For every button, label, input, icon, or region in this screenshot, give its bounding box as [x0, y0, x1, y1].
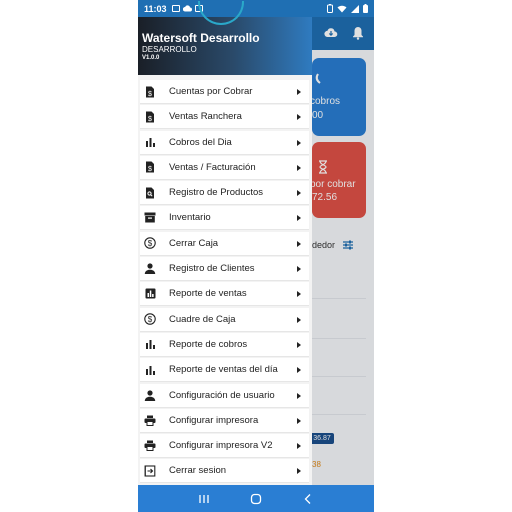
- status-time: 11:03: [144, 3, 167, 14]
- svg-text:$: $: [148, 116, 152, 123]
- svg-text:$: $: [148, 315, 153, 324]
- battery-saver-icon: [327, 4, 333, 13]
- drawer-scrim[interactable]: [312, 17, 374, 485]
- chevron-right-icon: [297, 291, 301, 298]
- bar-chart-icon: [144, 364, 156, 376]
- drawer-menu: $ Cuentas por Cobrar $ Ventas Ranchera Cobro…: [140, 80, 309, 485]
- dollar-circle-icon: $: [144, 313, 156, 325]
- back-icon: [304, 493, 311, 504]
- menu-item-label: Reporte de ventas: [169, 288, 247, 300]
- menu-item-label: Cuadre de Caja: [169, 313, 236, 325]
- bar-chart-icon: [144, 136, 156, 148]
- menu-item[interactable]: $ Ventas Ranchera: [140, 105, 309, 130]
- menu-item[interactable]: $ Cuadre de Caja: [140, 307, 309, 332]
- printer-icon: [144, 414, 156, 426]
- menu-item-label: Reporte de cobros: [169, 338, 248, 350]
- logout-icon: [144, 465, 156, 477]
- chevron-right-icon: [297, 89, 301, 95]
- menu-item[interactable]: $ Cuentas por Cobrar: [140, 80, 309, 104]
- chevron-right-icon: [297, 215, 301, 222]
- svg-text:$: $: [148, 166, 152, 173]
- person-icon: [144, 263, 156, 275]
- menu-item-label: Ventas / Facturación: [169, 161, 256, 173]
- chevron-right-icon: [297, 443, 301, 450]
- status-bar: 11:03: [138, 0, 374, 17]
- menu-item-label: Registro de Productos: [169, 187, 263, 199]
- menu-item[interactable]: Reporte de ventas: [140, 282, 309, 307]
- svg-text:$: $: [148, 239, 153, 248]
- menu-item-label: Cerrar sesion: [169, 465, 227, 477]
- chevron-right-icon: [297, 367, 301, 374]
- chevron-right-icon: [297, 114, 301, 121]
- invoice-dollar-icon: $: [144, 111, 156, 123]
- invoice-dollar-icon: $: [144, 86, 156, 98]
- chevron-right-icon: [297, 190, 301, 197]
- system-icons: [327, 4, 368, 13]
- menu-item-label: Configuración de usuario: [169, 389, 275, 401]
- archive-box-icon: [144, 212, 156, 224]
- environment-name: DESARROLLO: [142, 45, 197, 54]
- chevron-right-icon: [297, 392, 301, 399]
- menu-item-label: Cerrar Caja: [169, 237, 219, 249]
- invoice-dollar-icon: $: [144, 161, 156, 173]
- drawer-header: Watersoft Desarrollo DESARROLLO V1.0.0: [138, 1, 312, 75]
- chevron-right-icon: [297, 468, 301, 475]
- bar-chart-icon: [144, 338, 156, 350]
- menu-item-label: Inventario: [169, 212, 211, 224]
- bar-chart-box-icon: [144, 288, 156, 300]
- menu-item[interactable]: Configurar impresora V2: [140, 434, 309, 459]
- menu-item-label: Ventas Ranchera: [169, 111, 242, 123]
- menu-item[interactable]: Cobros del Dia: [140, 130, 309, 155]
- chevron-right-icon: [297, 240, 301, 247]
- person-icon: [144, 389, 156, 401]
- menu-item-label: Configurar impresora: [169, 414, 259, 426]
- menu-item-label: Reporte de ventas del día: [169, 364, 278, 376]
- signal-icon: [351, 4, 359, 13]
- app-logo-icon: [198, 1, 244, 25]
- menu-item-label: Cobros del Dia: [169, 136, 232, 148]
- chevron-right-icon: [297, 139, 301, 146]
- app-version: V1.0.0: [142, 55, 160, 61]
- recent-apps-button[interactable]: [197, 492, 211, 506]
- menu-item[interactable]: Inventario: [140, 206, 309, 231]
- document-search-icon: [144, 187, 156, 199]
- home-icon: [250, 493, 262, 504]
- system-navigation-bar: [138, 485, 374, 512]
- menu-item-label: Registro de Clientes: [169, 263, 255, 275]
- chevron-right-icon: [297, 341, 301, 348]
- wifi-icon: [337, 5, 347, 12]
- battery-icon: [363, 4, 368, 13]
- back-button[interactable]: [301, 492, 315, 506]
- phone-screen: 11:03 cobros 00 por cobrar 72.56 dedor 3…: [138, 0, 374, 512]
- menu-item-label: Configurar impresora V2: [169, 440, 273, 452]
- navigation-drawer: Watersoft Desarrollo DESARROLLO V1.0.0 $…: [138, 1, 312, 485]
- menu-item[interactable]: $ Cerrar Caja: [140, 231, 309, 256]
- menu-item[interactable]: Reporte de cobros: [140, 332, 309, 357]
- printer-icon: [144, 440, 156, 452]
- home-button[interactable]: [249, 492, 263, 506]
- menu-item[interactable]: Registro de Productos: [140, 181, 309, 206]
- menu-item[interactable]: Configuración de usuario: [140, 383, 309, 408]
- svg-text:$: $: [148, 91, 152, 98]
- chevron-right-icon: [297, 316, 301, 323]
- chevron-right-icon: [297, 266, 301, 273]
- menu-item[interactable]: $ Ventas / Facturación: [140, 155, 309, 180]
- dollar-circle-icon: $: [144, 237, 156, 250]
- recent-apps-icon: [199, 494, 209, 503]
- cloud-notification-icon: [182, 5, 192, 12]
- menu-item[interactable]: Configurar impresora: [140, 408, 309, 433]
- image-notification-icon: [171, 5, 180, 12]
- chevron-right-icon: [297, 164, 301, 171]
- menu-item[interactable]: Cerrar sesion: [140, 459, 309, 484]
- chevron-right-icon: [297, 417, 301, 424]
- app-name: Watersoft Desarrollo: [142, 31, 260, 45]
- menu-item-label: Cuentas por Cobrar: [169, 86, 253, 97]
- menu-item[interactable]: Reporte de ventas del día: [140, 358, 309, 383]
- menu-item[interactable]: Registro de Clientes: [140, 257, 309, 282]
